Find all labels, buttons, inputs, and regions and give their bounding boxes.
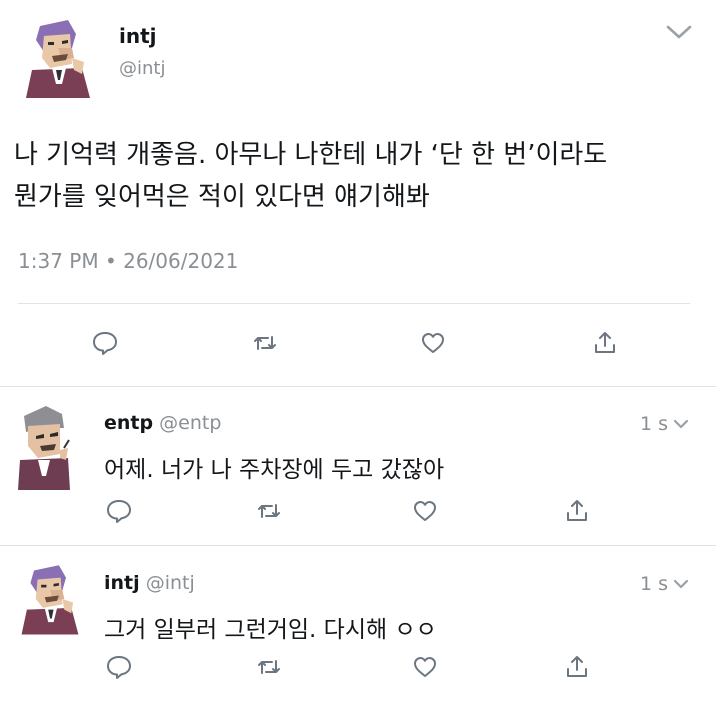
main-tweet-text-line2: 뭔가를 잊어먹은 적이 있다면 얘기해봐: [14, 182, 430, 212]
reply-display-name[interactable]: entp: [104, 412, 153, 434]
divider: [0, 545, 716, 546]
reply-icon: [107, 656, 131, 679]
reply-icon: [93, 332, 117, 355]
main-timestamp[interactable]: 1:37 PM • 26/06/2021: [18, 249, 238, 273]
reply-text: 그거 일부러 그런거임. 다시해 ㅇㅇ: [104, 617, 437, 643]
retweet-icon: [258, 660, 280, 674]
like-icon: [414, 657, 436, 677]
reply-handle[interactable]: @intj: [146, 572, 195, 594]
reply-button[interactable]: [90, 328, 120, 358]
main-display-name[interactable]: intj: [119, 24, 157, 48]
like-icon: [422, 333, 444, 353]
main-handle[interactable]: @intj: [119, 58, 165, 79]
reply-display-name[interactable]: intj: [104, 572, 140, 594]
retweet-button[interactable]: [254, 652, 284, 682]
share-icon: [567, 656, 587, 677]
retweet-button[interactable]: [250, 328, 280, 358]
share-button[interactable]: [562, 496, 592, 526]
like-button[interactable]: [418, 328, 448, 358]
reply-time-label: 1 s: [640, 573, 669, 595]
retweet-icon: [258, 504, 280, 518]
reply-avatar[interactable]: [18, 560, 82, 638]
reply-button[interactable]: [104, 652, 134, 682]
purple-haired-man-avatar-icon: [26, 20, 90, 98]
reply-time-label: 1 s: [640, 413, 669, 435]
reply-header: intj @intj: [104, 572, 195, 594]
reply-avatar[interactable]: [16, 402, 72, 490]
reply-button[interactable]: [104, 496, 134, 526]
retweet-button[interactable]: [254, 496, 284, 526]
purple-haired-man-avatar-icon: [21, 565, 79, 635]
share-icon: [567, 500, 587, 521]
share-button[interactable]: [562, 652, 592, 682]
reply-time[interactable]: 1 s: [640, 573, 690, 595]
main-action-bar: [0, 324, 716, 364]
divider: [18, 303, 690, 304]
main-tweet-text-line1: 나 기억력 개좋음. 아무나 나한테 내가 ‘단 한 번’이라도: [14, 140, 608, 170]
main-avatar[interactable]: [22, 18, 94, 98]
share-button[interactable]: [590, 328, 620, 358]
reply-action-bar: [0, 494, 716, 534]
chevron-down-icon[interactable]: [672, 578, 690, 590]
reply-header: entp @entp: [104, 412, 221, 434]
reply-time[interactable]: 1 s: [640, 413, 690, 435]
chevron-down-icon: [666, 25, 692, 39]
reply-text: 어제. 너가 나 주차장에 두고 갔잖아: [104, 457, 445, 483]
like-button[interactable]: [410, 496, 440, 526]
reply-handle[interactable]: @entp: [159, 412, 221, 434]
like-button[interactable]: [410, 652, 440, 682]
reply-action-bar: [0, 650, 716, 690]
retweet-icon: [254, 336, 276, 350]
chevron-down-icon[interactable]: [672, 418, 690, 430]
share-icon: [595, 332, 615, 353]
like-icon: [414, 501, 436, 521]
tweet-menu-button[interactable]: [662, 20, 696, 44]
reply-icon: [107, 500, 131, 523]
divider: [0, 386, 716, 387]
gray-haired-man-avatar-icon: [18, 406, 70, 490]
